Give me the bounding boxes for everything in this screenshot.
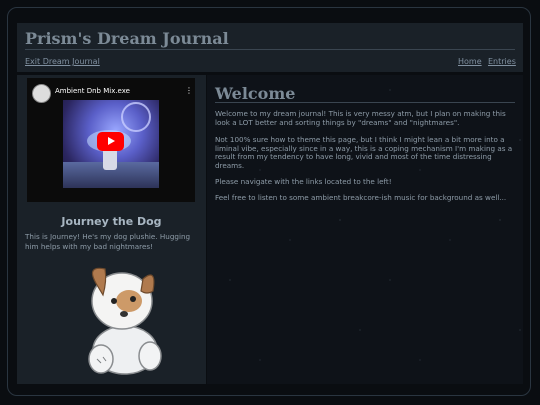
- dog-plushie-image: [88, 267, 162, 375]
- title-divider: [215, 102, 515, 103]
- sidebar-heading: Journey the Dog: [61, 215, 162, 228]
- nav-entries-link[interactable]: Entries: [488, 57, 516, 66]
- exit-dream-journal-link[interactable]: Exit Dream Journal: [25, 57, 100, 66]
- sidebar-text: This is Journey! He's my dog plushie. Hu…: [25, 232, 191, 251]
- music-paragraph: Feel free to listen to some ambient brea…: [215, 193, 507, 202]
- nav-home-link[interactable]: Home: [458, 57, 482, 66]
- site-header: Prism's Dream Journal Exit Dream Journal…: [17, 23, 523, 72]
- site-title: Prism's Dream Journal: [25, 29, 229, 48]
- header-divider: [25, 49, 515, 50]
- navigation-paragraph: Please navigate with the links located t…: [215, 177, 392, 186]
- more-vert-icon[interactable]: ⋮: [185, 86, 193, 95]
- page-title: Welcome: [215, 84, 296, 103]
- intro-paragraph: Welcome to my dream journal! This is ver…: [215, 109, 506, 127]
- youtube-video-embed[interactable]: Ambient Dnb Mix.exe ⋮: [27, 78, 195, 202]
- main-content: Welcome Welcome to my dream journal! Thi…: [207, 75, 523, 384]
- theme-paragraph: Not 100% sure how to theme this page, bu…: [215, 135, 513, 170]
- channel-avatar[interactable]: [32, 84, 51, 103]
- video-title[interactable]: Ambient Dnb Mix.exe: [55, 87, 130, 95]
- sidebar: Ambient Dnb Mix.exe ⋮ Journey the Dog Th…: [17, 75, 206, 384]
- youtube-play-icon[interactable]: [97, 132, 124, 151]
